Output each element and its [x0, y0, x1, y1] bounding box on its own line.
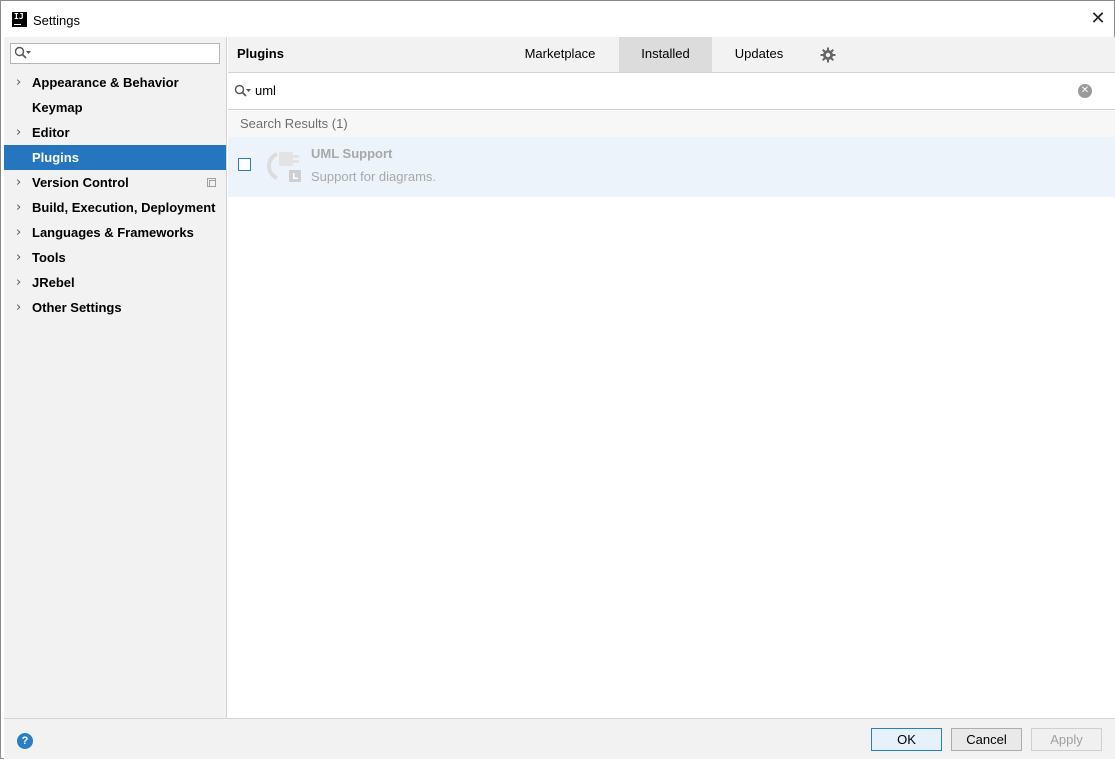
plugin-list-item[interactable]: UML Support Support for diagrams.	[228, 137, 1115, 197]
chevron-right-icon: ›	[16, 225, 22, 240]
sidebar-item-label: Tools	[32, 250, 66, 265]
clear-search-icon[interactable]: ✕	[1078, 84, 1092, 98]
dialog-footer: ? OK Cancel Apply	[4, 718, 1115, 759]
sidebar-item-label: Plugins	[32, 150, 79, 165]
intellij-icon: IJ	[12, 12, 27, 27]
settings-sidebar: › Appearance & Behavior Keymap › Editor …	[4, 37, 227, 718]
title-bar: IJ Settings ✕	[1, 1, 1114, 37]
chevron-right-icon: ›	[16, 75, 22, 90]
search-icon	[14, 46, 31, 59]
sidebar-item-label: Build, Execution, Deployment	[32, 200, 216, 215]
sidebar-item-label: Version Control	[32, 175, 129, 190]
plugins-panel: Plugins Marketplace Installed Updates um…	[228, 37, 1115, 718]
sidebar-item-languages-frameworks[interactable]: › Languages & Frameworks	[4, 220, 226, 245]
sidebar-item-keymap[interactable]: Keymap	[4, 95, 226, 120]
sidebar-item-appearance-behavior[interactable]: › Appearance & Behavior	[4, 70, 226, 95]
sidebar-item-label: JRebel	[32, 275, 75, 290]
cancel-button[interactable]: Cancel	[951, 728, 1022, 751]
project-level-icon	[207, 178, 216, 187]
window-title: Settings	[33, 13, 80, 28]
ok-button[interactable]: OK	[871, 728, 942, 751]
sidebar-item-label: Editor	[32, 125, 70, 140]
sidebar-item-other-settings[interactable]: › Other Settings	[4, 295, 226, 320]
gear-icon[interactable]	[820, 47, 836, 63]
help-icon[interactable]: ?	[17, 733, 33, 749]
plugin-enable-checkbox[interactable]	[238, 158, 251, 171]
tab-updates[interactable]: Updates	[720, 37, 798, 72]
chevron-right-icon: ›	[16, 300, 22, 315]
sidebar-item-jrebel[interactable]: › JRebel	[4, 270, 226, 295]
settings-search-input[interactable]	[10, 43, 220, 64]
sidebar-item-editor[interactable]: › Editor	[4, 120, 226, 145]
chevron-right-icon: ›	[16, 200, 22, 215]
plugin-icon	[267, 152, 301, 182]
chevron-right-icon: ›	[16, 175, 22, 190]
chevron-right-icon: ›	[16, 250, 22, 265]
page-title: Plugins	[237, 46, 284, 61]
search-icon	[234, 84, 251, 97]
sidebar-item-label: Appearance & Behavior	[32, 75, 179, 90]
plugin-name: UML Support	[311, 146, 393, 161]
results-header: Search Results (1)	[228, 111, 1115, 137]
sidebar-item-label: Other Settings	[32, 300, 122, 315]
search-query: uml	[255, 83, 276, 98]
tab-marketplace[interactable]: Marketplace	[509, 37, 611, 72]
sidebar-item-tools[interactable]: › Tools	[4, 245, 226, 270]
settings-dialog: IJ Settings ✕ › Appearance & Behavior Ke…	[0, 0, 1115, 759]
chevron-right-icon: ›	[16, 275, 22, 290]
sidebar-item-label: Keymap	[32, 100, 83, 115]
plugin-search-input[interactable]: uml ✕	[228, 73, 1115, 110]
apply-button[interactable]: Apply	[1031, 728, 1102, 751]
plugin-description: Support for diagrams.	[311, 169, 437, 184]
sidebar-item-build-execution-deployment[interactable]: › Build, Execution, Deployment	[4, 195, 226, 220]
tab-installed[interactable]: Installed	[619, 37, 712, 72]
sidebar-item-plugins[interactable]: Plugins	[4, 145, 226, 170]
results-label: Search Results (1)	[240, 116, 348, 131]
settings-tree: › Appearance & Behavior Keymap › Editor …	[4, 70, 226, 320]
plugins-header: Plugins Marketplace Installed Updates	[228, 37, 1115, 73]
chevron-right-icon: ›	[16, 125, 22, 140]
sidebar-item-label: Languages & Frameworks	[32, 225, 194, 240]
sidebar-item-version-control[interactable]: › Version Control	[4, 170, 226, 195]
close-icon[interactable]: ✕	[1088, 9, 1108, 29]
